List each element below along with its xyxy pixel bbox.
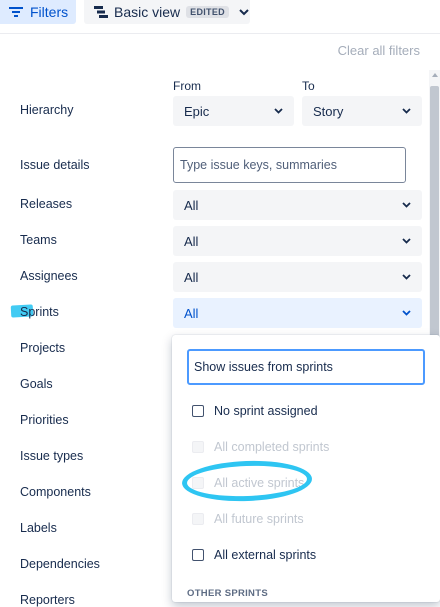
chevron-down-icon (402, 238, 411, 244)
view-label: Basic view (114, 4, 181, 20)
hierarchy-to-value: Story (313, 103, 344, 119)
components-label[interactable]: Components (20, 485, 91, 499)
sprints-label: Sprints (20, 305, 59, 319)
assignees-select[interactable]: All (173, 262, 422, 292)
projects-label[interactable]: Projects (20, 341, 65, 355)
other-sprints-header: OTHER SPRINTS (187, 588, 268, 599)
releases-label: Releases (20, 197, 73, 211)
teams-label: Teams (20, 233, 57, 247)
filter-lines-icon (9, 6, 23, 18)
clear-all-filters-link[interactable]: Clear all filters (338, 43, 420, 58)
view-bars-icon (94, 5, 108, 19)
from-header: From (173, 79, 201, 93)
hierarchy-label: Hierarchy (20, 103, 74, 117)
filters-button[interactable]: Filters (0, 0, 76, 24)
option-label: All external sprints (214, 548, 317, 562)
toolbar-divider (0, 33, 440, 34)
labels-label[interactable]: Labels (20, 521, 57, 535)
sprints-value: All (184, 305, 199, 321)
checkbox-icon[interactable] (192, 405, 204, 417)
assignees-value: All (184, 269, 199, 285)
option-label: No sprint assigned (214, 404, 318, 418)
goals-label[interactable]: Goals (20, 377, 53, 391)
hierarchy-to-select[interactable]: Story (302, 96, 422, 126)
scroll-up-arrow-icon[interactable] (432, 73, 438, 77)
chevron-down-icon (402, 108, 411, 114)
releases-select[interactable]: All (173, 190, 422, 220)
chevron-down-icon (274, 108, 283, 114)
toolbar: Filters Basic view EDITED (0, 0, 440, 26)
issue-types-label[interactable]: Issue types (20, 449, 83, 463)
to-header: To (302, 79, 315, 93)
teams-value: All (184, 233, 199, 249)
option-label: All completed sprints (214, 440, 330, 454)
checkbox-icon[interactable] (192, 549, 204, 561)
issue-details-label: Issue details (20, 158, 90, 172)
sprints-select[interactable]: All (173, 298, 422, 328)
reporters-label[interactable]: Reporters (20, 593, 75, 607)
option-label: All future sprints (214, 512, 304, 526)
chevron-down-icon (239, 8, 249, 16)
chevron-down-icon (402, 274, 411, 280)
option-completed-sprints: All completed sprints (192, 440, 329, 454)
edited-badge: EDITED (186, 6, 229, 18)
issue-details-placeholder: Type issue keys, summaries (180, 158, 337, 172)
teams-select[interactable]: All (173, 226, 422, 256)
option-external-sprints[interactable]: All external sprints (192, 548, 316, 562)
hierarchy-from-value: Epic (184, 103, 210, 119)
issue-details-input[interactable]: Type issue keys, summaries (173, 147, 406, 183)
hierarchy-from-select[interactable]: Epic (173, 96, 294, 126)
priorities-label[interactable]: Priorities (20, 413, 69, 427)
scrollbar-thumb[interactable] (430, 86, 439, 340)
releases-value: All (184, 197, 199, 213)
view-selector-button[interactable]: Basic view EDITED (84, 0, 250, 24)
checkbox-icon (192, 441, 204, 453)
checkbox-icon (192, 513, 204, 525)
assignees-label: Assignees (20, 269, 78, 283)
dependencies-label[interactable]: Dependencies (20, 557, 100, 571)
sprint-search-placeholder: Show issues from sprints (194, 360, 333, 374)
sprint-search-input[interactable]: Show issues from sprints (187, 349, 425, 385)
chevron-down-icon (402, 310, 411, 316)
option-future-sprints: All future sprints (192, 512, 304, 526)
chevron-down-icon (402, 202, 411, 208)
option-no-sprint[interactable]: No sprint assigned (192, 404, 318, 418)
filters-label: Filters (30, 4, 69, 20)
